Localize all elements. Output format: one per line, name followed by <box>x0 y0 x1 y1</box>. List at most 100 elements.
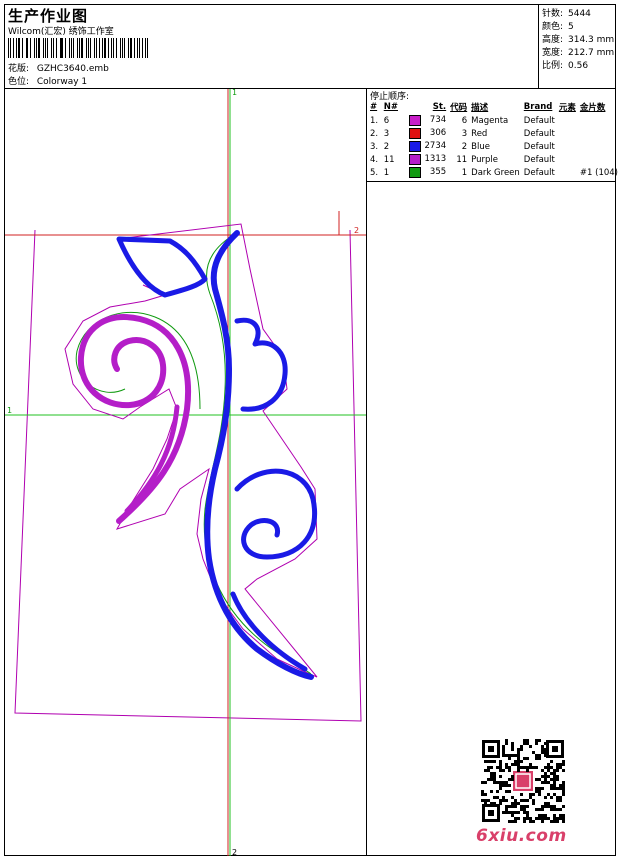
qr-module <box>562 784 565 787</box>
qr-module <box>544 781 547 784</box>
color-swatch <box>408 115 421 126</box>
qr-module <box>511 775 514 778</box>
qr-module <box>517 817 520 820</box>
thread-brand: Default <box>522 127 557 140</box>
qr-module <box>490 790 493 793</box>
barcode-bar <box>22 38 23 58</box>
row-index-text: 3. <box>370 141 379 152</box>
qr-module <box>556 778 559 781</box>
barcode-bar <box>44 38 46 58</box>
barcode-bar <box>137 38 138 58</box>
barcode-bar <box>29 38 31 58</box>
qr-module <box>499 775 502 778</box>
qr-module <box>538 757 541 760</box>
qr-module <box>559 763 562 766</box>
qr-module <box>502 745 505 748</box>
qr-module <box>505 754 508 757</box>
qr-module <box>559 814 562 817</box>
qr-module <box>541 814 544 817</box>
qr-module <box>505 763 508 766</box>
qr-module <box>541 751 544 754</box>
qr-module <box>529 793 532 796</box>
qr-module <box>505 805 508 808</box>
qr-module <box>538 739 541 742</box>
qr-module <box>517 757 520 760</box>
barcode-bar <box>113 38 114 58</box>
barcode-bar <box>129 38 132 58</box>
qr-module <box>511 802 514 805</box>
qr-module <box>553 817 556 820</box>
color-description: Dark Green <box>469 166 522 179</box>
row-index-text: 2. <box>370 128 379 139</box>
qr-module <box>526 766 529 769</box>
qr-module <box>517 754 520 757</box>
barcode-bar <box>73 38 74 58</box>
qr-module <box>523 817 526 820</box>
qr-module <box>532 799 535 802</box>
qr-module <box>529 820 532 823</box>
barcode-bar <box>12 38 14 58</box>
color-code-text: 2 <box>461 141 468 152</box>
qr-module <box>502 754 505 757</box>
thread-brand: Default <box>522 166 557 179</box>
design-file-name: GZHC3640.emb <box>36 64 109 74</box>
qr-module <box>511 763 514 766</box>
qr-module <box>535 787 538 790</box>
qr-module <box>517 766 520 769</box>
qr-module <box>535 754 538 757</box>
qr-module <box>508 754 511 757</box>
needle-number: 11 <box>382 153 407 166</box>
row-index: 2. <box>368 127 382 140</box>
qr-module <box>532 766 535 769</box>
design-label: 花版: <box>8 64 30 74</box>
qr-module <box>520 805 523 808</box>
stat-label: 高度: <box>542 35 564 45</box>
barcode-bar <box>96 38 97 58</box>
qr-module <box>541 775 544 778</box>
barcode-bar <box>133 38 135 58</box>
purple-stitch-group <box>77 314 191 524</box>
barcode-bar <box>33 38 35 58</box>
qr-module <box>523 742 526 745</box>
qr-module <box>556 763 559 766</box>
qr-module <box>523 757 526 760</box>
sequin-count: #1 (104) <box>578 166 620 179</box>
qr-module <box>547 763 550 766</box>
sequin-count-text: #1 (104) <box>579 167 618 178</box>
qr-module <box>490 760 493 763</box>
qr-module <box>535 739 538 742</box>
stop-sequence-table: # N# St. 代码 描述 Brand 元素 金片数 1. 6 734 6 Magen… <box>368 100 620 179</box>
qr-module <box>556 808 559 811</box>
qr-module <box>550 766 553 769</box>
qr-module <box>508 757 511 760</box>
qr-module <box>538 790 541 793</box>
axis-label-v-bottom: 2 <box>232 848 237 856</box>
qr-module <box>502 769 505 772</box>
qr-module <box>553 820 556 823</box>
qr-module <box>550 778 553 781</box>
barcode-bar <box>8 38 10 58</box>
color-description-text: Purple <box>471 154 499 165</box>
qr-module <box>514 754 517 757</box>
qr-module <box>511 745 514 748</box>
qr-module <box>562 805 565 808</box>
qr-module <box>520 766 523 769</box>
qr-module <box>508 820 511 823</box>
qr-module <box>556 766 559 769</box>
qr-module <box>562 820 565 823</box>
qr-module <box>508 784 511 787</box>
axis-label-v-top: 1 <box>232 89 237 97</box>
table-row: 3. 2 2734 2 Blue Default <box>368 140 620 153</box>
qr-module <box>490 775 493 778</box>
qr-module <box>505 739 508 742</box>
thread-brand: Default <box>522 153 557 166</box>
barcode-bar <box>52 38 54 58</box>
qr-module <box>514 799 517 802</box>
qr-module <box>517 763 520 766</box>
qr-module <box>544 754 547 757</box>
blue-leaf <box>116 236 208 298</box>
qr-module <box>532 793 535 796</box>
qr-module <box>562 790 565 793</box>
barcode-bar <box>35 38 37 58</box>
qr-module <box>484 793 487 796</box>
